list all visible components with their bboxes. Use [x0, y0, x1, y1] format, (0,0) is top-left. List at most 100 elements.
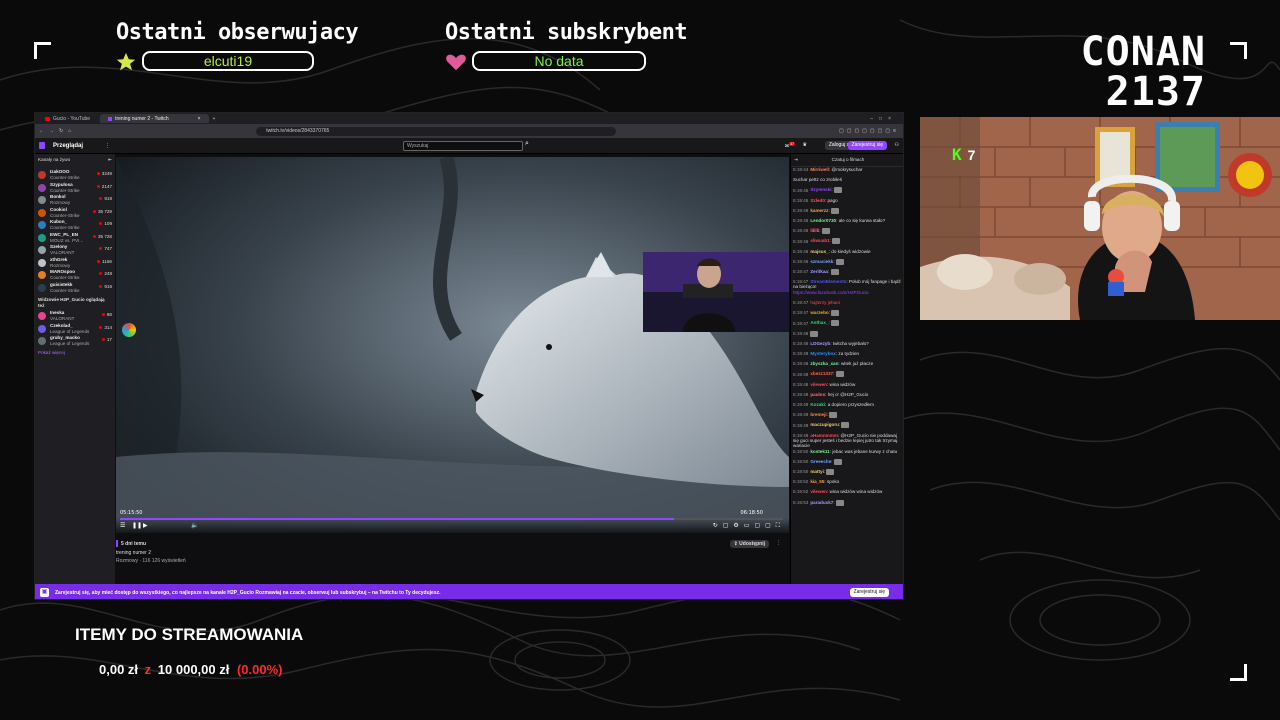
time-total: 06:18:50 — [740, 510, 763, 516]
new-tab-icon[interactable]: + — [213, 116, 216, 122]
chat-timestamp: 5:19:48 — [793, 371, 809, 377]
chat-username[interactable]: paulos — [810, 392, 825, 397]
chat-username[interactable]: Greeeche — [810, 459, 831, 464]
browser-tab-bar: Gucio - YouTube trening numer 2 - Twitch… — [35, 113, 903, 124]
chat-username[interactable]: warzebo — [810, 310, 828, 315]
chat-collapse-icon[interactable]: ⇥ — [794, 154, 798, 166]
chat-username[interactable]: LDGezyb — [810, 341, 830, 346]
chat-username[interactable]: zbyszka_xan — [810, 361, 838, 366]
chat-message: 5:19:48 Mysterybox: za tydzien — [791, 351, 903, 361]
chat-username[interactable]: Anthax_ — [810, 321, 828, 326]
player-settings-icons[interactable]: ↻▢⚙▭▢▢⛶ — [713, 522, 785, 530]
emote-icon — [841, 422, 850, 429]
viewer-channel-list: Ineska VALORANT 88 Czekolad_ League of Legen… — [35, 310, 115, 348]
chat-message: 5:19:46 sliwuab1: — [791, 238, 903, 248]
chat-username[interactable]: paraduxk7 — [810, 500, 833, 505]
chat-header: ⇥ Czatuj o filmach — [791, 154, 903, 167]
chat-username[interactable]: Lendor0730 — [810, 218, 836, 223]
chat-username[interactable]: Zeritkaa — [810, 269, 828, 274]
emote-icon — [821, 228, 830, 235]
sidebar-channel-item[interactable]: Szypulosa Counter-Strike 2147 — [35, 182, 115, 195]
last-follower-label: Ostatni obserwujacy — [116, 20, 359, 45]
viewers-heading: Widzowie H2P_Gucio oglądają też — [38, 297, 105, 308]
prime-icon[interactable]: ♛ — [803, 142, 807, 148]
chat-username[interactable]: kia_55 — [810, 479, 824, 484]
chat-username[interactable]: Mirriwell — [810, 167, 829, 172]
next-icon[interactable]: ▶ — [143, 522, 148, 529]
video-more-icon[interactable]: ⋮ — [776, 540, 781, 546]
chat-username[interactable]: mattyi — [810, 469, 824, 474]
twitch-logo-icon[interactable] — [39, 142, 45, 149]
sidebar-channel-item[interactable]: EWC_PL_EN MOUZ vs. PVI... 35 728 — [35, 232, 115, 245]
viewer-count: 109 — [99, 221, 112, 226]
chat-username[interactable]: sliwuab1 — [810, 239, 829, 244]
sidebar-channel-item[interactable]: Kubon_ Counter-Strike 109 — [35, 219, 115, 232]
sidebar-channel-item[interactable]: Czekolad_ League of Legends 314 — [35, 323, 115, 336]
search-icon[interactable]: ⌕ — [525, 140, 529, 148]
profile-icon[interactable]: ⚇ — [895, 142, 899, 148]
sidebar-channel-item[interactable]: Bonkol Rozmowy 919 — [35, 194, 115, 207]
video-progress-bar[interactable] — [120, 518, 783, 520]
viewer-count: 248 — [99, 271, 112, 276]
show-more-link[interactable]: Pokaż więcej — [35, 348, 115, 357]
sidebar-channel-item[interactable]: Szelony VALORANT 747 — [35, 244, 115, 257]
chat-username[interactable]: lililli — [810, 228, 819, 233]
back-icon[interactable]: ← — [39, 128, 44, 134]
avatar — [38, 208, 46, 217]
share-button[interactable]: ⇪ Udostępnij — [729, 540, 769, 548]
emote-icon — [829, 412, 838, 419]
sidebar-channel-item[interactable]: Cookiol Counter-Strike 35 729 — [35, 207, 115, 220]
url-field[interactable]: twitch.tv/videos/2843370765 — [256, 126, 617, 136]
chat-username[interactable]: kostek11 — [810, 449, 829, 454]
signup-button[interactable]: Zarejestruj się — [847, 141, 887, 150]
chat-username[interactable]: aHamnmmm — [810, 433, 838, 438]
chat-username[interactable]: maczupigoru — [810, 423, 839, 428]
chat-username[interactable]: StreamElements — [810, 279, 846, 284]
chat-username[interactable]: kamerzz — [810, 208, 828, 213]
browser-tab-youtube[interactable]: Gucio - YouTube — [37, 114, 98, 123]
chat-timestamp: 5:19:46 — [793, 207, 809, 213]
chat-username[interactable]: majsus_ — [810, 249, 828, 254]
more-icon[interactable]: ⋮ — [105, 143, 110, 149]
window-controls[interactable]: –□× — [870, 116, 897, 122]
chat-username[interactable]: vilewen — [810, 382, 827, 387]
collapse-icon[interactable]: ⇤ — [108, 157, 112, 163]
notifications-icon[interactable]: ✉37 — [785, 142, 795, 150]
pause-icon[interactable]: ❚❚ — [132, 522, 142, 529]
home-icon[interactable]: ⌂ — [68, 128, 71, 134]
close-icon[interactable]: × — [198, 116, 201, 122]
share-label: Udostępnij — [739, 541, 765, 547]
chat-message: 5:19:46 lililli: — [791, 228, 903, 238]
sidebar-channel-item[interactable]: xthGrek Rozmowy 1166 — [35, 257, 115, 270]
search-input[interactable]: Wyszukaj — [403, 141, 523, 151]
chat-message: 5:19:46 majsus_: do kiedyś widzowie — [791, 249, 903, 259]
last-follower-name: elcuti19 — [203, 53, 253, 69]
sidebar-channel-item[interactable]: Ineska VALORANT 88 — [35, 310, 115, 323]
chat-username[interactable]: Szled0 — [810, 198, 825, 203]
playlist-icon[interactable]: ☰ — [120, 522, 125, 529]
volume-icon[interactable]: 🔈 — [191, 522, 198, 529]
webcam-feed: K 7 — [920, 117, 1280, 320]
emote-icon — [831, 320, 840, 327]
chat-username[interactable]: vilewen — [810, 489, 827, 494]
banner-signup-button[interactable]: Zarejestruj się — [849, 588, 889, 597]
forward-icon[interactable]: → — [49, 128, 54, 134]
chat-message: 5:19:45 Szled0: pago — [791, 198, 903, 208]
video-player[interactable] — [116, 157, 789, 533]
browser-tab-twitch[interactable]: trening numer 2 - Twitch × — [100, 114, 209, 123]
sidebar-channel-item[interactable]: guisistekk Counter-Strike 916 — [35, 282, 115, 295]
reload-icon[interactable]: ↻ — [59, 128, 63, 134]
extensions-icons[interactable]: ▢▢▢▢▢▢▢≡ — [839, 128, 899, 134]
chat-timestamp: 5:19:46 — [793, 238, 809, 244]
chat-username[interactable]: xbezz1337 — [810, 372, 833, 377]
sidebar-channel-item[interactable]: gruby_macko League of Legends 17 — [35, 335, 115, 348]
chat-username[interactable]: Kozaki — [810, 402, 825, 407]
items-current: 0,00 zł — [99, 662, 139, 677]
sidebar-channel-item[interactable]: IzakOOO Counter-Strike 3249 — [35, 169, 115, 182]
chat-username[interactable]: bremeji — [810, 412, 826, 417]
chat-username[interactable]: Szymnski — [810, 188, 831, 193]
chat-username[interactable]: Mysterybox — [810, 351, 836, 356]
browse-link[interactable]: Przeglądaj — [53, 143, 83, 149]
chat-username[interactable]: szmaciekk — [810, 259, 833, 264]
sidebar-channel-item[interactable]: MAROspoo Counter-Strike 248 — [35, 269, 115, 282]
